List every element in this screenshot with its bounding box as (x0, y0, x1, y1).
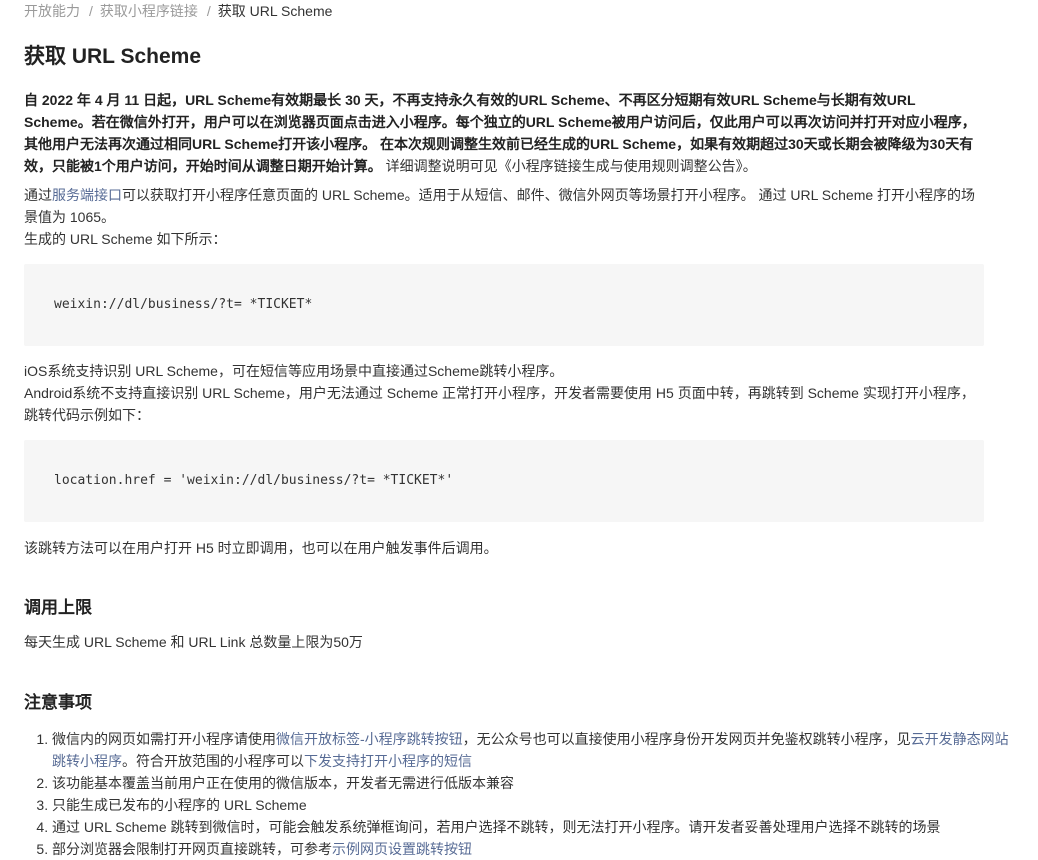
list-item: 部分浏览器会限制打开网页直接跳转，可参考示例网页设置跳转按钮 (52, 838, 1012, 860)
list-item: 只能生成已发布的小程序的 URL Scheme (52, 794, 1012, 816)
notice-tail-text: 详细调整说明可见 (381, 158, 498, 174)
breadcrumb-link-open-capabilities[interactable]: 开放能力 (24, 3, 80, 19)
call-limit-text: 每天生成 URL Scheme 和 URL Link 总数量上限为50万 (24, 634, 363, 650)
ios-support-text: iOS系统支持识别 URL Scheme，可在短信等应用场景中直接通过Schem… (24, 363, 564, 379)
note1-mid-text: ，无公众号也可以直接使用小程序身份开发网页并免鉴权跳转小程序，见 (462, 731, 911, 747)
page-title: 获取 URL Scheme (24, 45, 201, 68)
intro-post: 可以获取打开小程序任意页面的 URL Scheme。适用于从短信、邮件、微信外网… (24, 187, 976, 225)
open-tag-miniprogram-button-link[interactable]: 微信开放标签-小程序跳转按钮 (276, 731, 463, 747)
section-heading-call-limit: 调用上限 (24, 598, 92, 617)
note5-text: 部分浏览器会限制打开网页直接跳转，可参考 (52, 841, 332, 857)
breadcrumb-link-get-miniprogram-link[interactable]: 获取小程序链接 (100, 3, 198, 19)
code-scheme-example: weixin://dl/business/?t= *TICKET* (54, 297, 313, 312)
page: 开放能力 / 获取小程序链接 / 获取 URL Scheme 获取 URL Scheme… (0, 0, 1038, 857)
intro-paragraph: 通过服务端接口可以获取打开小程序任意页面的 URL Scheme。适用于从短信、… (24, 184, 984, 228)
note1-text: 微信内的网页如需打开小程序请使用 (52, 731, 276, 747)
section-heading-notes: 注意事项 (24, 693, 92, 712)
notes-list: 微信内的网页如需打开小程序请使用微信开放标签-小程序跳转按钮，无公众号也可以直接… (24, 728, 1012, 860)
example-page-link[interactable]: 示例网页设置跳转按钮 (332, 841, 472, 857)
list-item: 该功能基本覆盖当前用户正在使用的微信版本，开发者无需进行低版本兼容 (52, 772, 1012, 794)
android-support-text: Android系统不支持直接识别 URL Scheme，用户无法通过 Schem… (24, 385, 975, 423)
breadcrumb-current: 获取 URL Scheme (217, 3, 333, 19)
server-api-link[interactable]: 服务端接口 (52, 187, 122, 203)
breadcrumb: 开放能力 / 获取小程序链接 / 获取 URL Scheme (24, 2, 332, 20)
list-item: 通过 URL Scheme 跳转到微信时，可能会触发系统弹框询问，若用户选择不跳… (52, 816, 1012, 838)
breadcrumb-separator: / (89, 3, 93, 19)
intro-pre: 通过 (24, 187, 52, 203)
list-item: 微信内的网页如需打开小程序请使用微信开放标签-小程序跳转按钮，无公众号也可以直接… (52, 728, 1012, 772)
notice-end: 。 (742, 158, 757, 174)
redirect-timing-text: 该跳转方法可以在用户打开 H5 时立即调用，也可以在用户触发事件后调用。 (24, 540, 498, 556)
code-block-scheme: weixin://dl/business/?t= *TICKET* (24, 264, 984, 346)
generated-scheme-label: 生成的 URL Scheme 如下所示： (24, 231, 227, 247)
code-redirect-example: location.href = 'weixin://dl/business/?t… (54, 473, 454, 488)
sms-miniprogram-link[interactable]: 下发支持打开小程序的短信 (304, 753, 472, 769)
notice-paragraph: 自 2022 年 4 月 11 日起，URL Scheme有效期最长 30 天，… (24, 89, 984, 177)
rules-announcement-link[interactable]: 《小程序链接生成与使用规则调整公告》 (498, 158, 743, 174)
code-block-redirect: location.href = 'weixin://dl/business/?t… (24, 440, 984, 522)
breadcrumb-separator: / (206, 3, 211, 19)
note1-mid2-text: 。符合开放范围的小程序可以 (122, 753, 304, 769)
